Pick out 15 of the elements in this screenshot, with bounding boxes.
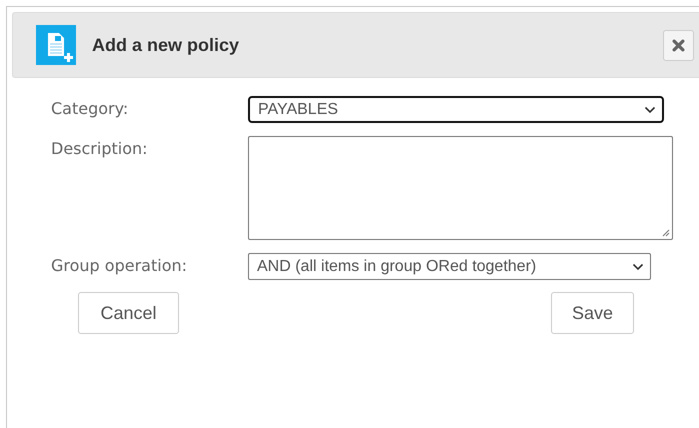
- field-label: Category:: [51, 98, 128, 120]
- cancel-button[interactable]: Cancel: [78, 292, 179, 334]
- field-label: Description:: [51, 138, 148, 160]
- save-button[interactable]: Save: [551, 292, 634, 334]
- close-button[interactable]: [663, 30, 694, 60]
- chevron-down-icon: [632, 262, 644, 270]
- description-field[interactable]: [248, 136, 673, 240]
- chevron-down-icon: [644, 106, 656, 114]
- field-label: Group operation:: [51, 255, 188, 277]
- dialog-title: Add a new policy: [92, 34, 240, 56]
- add-document-icon: [36, 25, 76, 65]
- resize-grip-icon: [662, 229, 670, 237]
- dropdown[interactable]: AND (all items in group ORed together): [248, 253, 651, 280]
- close-icon: [672, 38, 685, 52]
- dropdown[interactable]: PAYABLES: [248, 96, 664, 123]
